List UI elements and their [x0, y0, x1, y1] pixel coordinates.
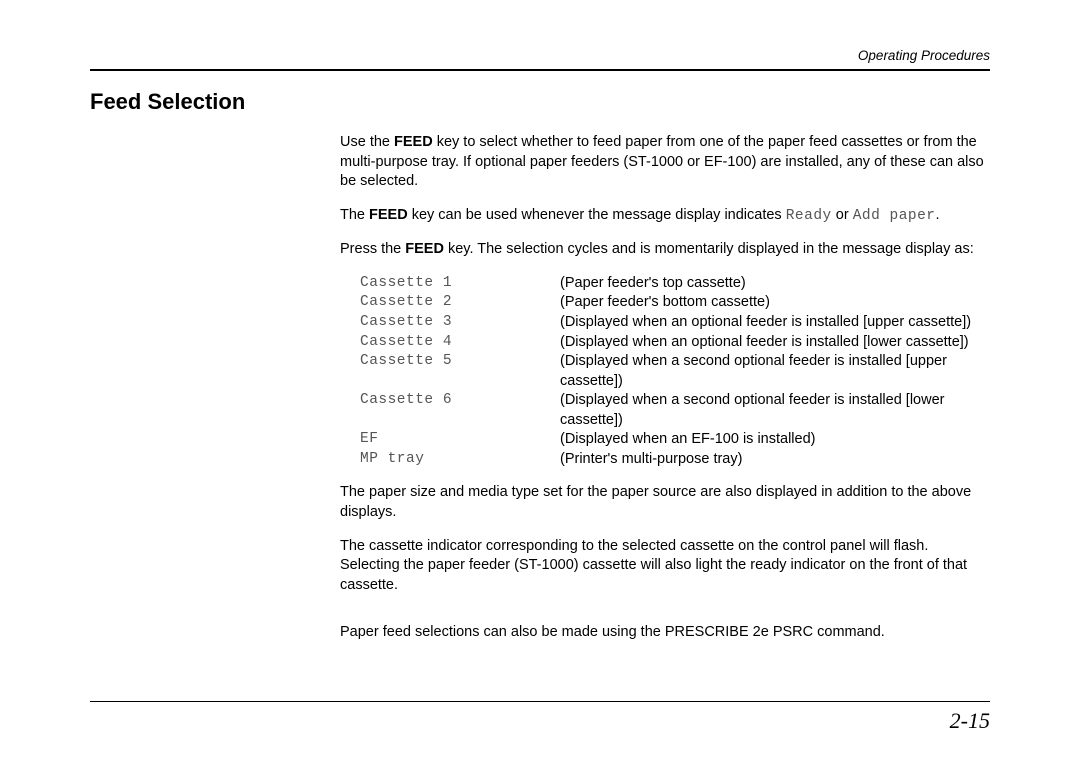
cassette-desc: (Displayed when a second optional feeder…	[560, 391, 990, 430]
text: Press the	[340, 241, 405, 257]
intro-paragraph-3: Press the FEED key. The selection cycles…	[340, 240, 990, 260]
cassette-label: Cassette 5	[360, 352, 560, 391]
table-row: Cassette 5 (Displayed when a second opti…	[360, 352, 990, 391]
cassette-desc: (Displayed when an optional feeder is in…	[560, 313, 990, 333]
text: or	[832, 207, 853, 223]
body-text: Use the FEED key to select whether to fe…	[340, 133, 990, 643]
table-row: Cassette 6 (Displayed when a second opti…	[360, 391, 990, 430]
document-page: Operating Procedures Feed Selection Use …	[0, 0, 1080, 764]
text: key can be used whenever the message dis…	[408, 207, 786, 223]
after-paragraph-1: The paper size and media type set for th…	[340, 483, 990, 522]
text: The	[340, 207, 369, 223]
cassette-label: Cassette 1	[360, 274, 560, 294]
cassette-label: Cassette 3	[360, 313, 560, 333]
table-row: MP tray (Printer's multi-purpose tray)	[360, 450, 990, 470]
cassette-desc: (Displayed when an EF-100 is installed)	[560, 430, 990, 450]
text: key to select whether to feed paper from…	[340, 134, 984, 189]
cassette-table: Cassette 1 (Paper feeder's top cassette)…	[360, 274, 990, 470]
text: key. The selection cycles and is momenta…	[444, 241, 974, 257]
running-head: Operating Procedures	[90, 48, 990, 63]
cassette-label: Cassette 2	[360, 293, 560, 313]
feed-key-label: FEED	[369, 207, 408, 223]
cassette-label: EF	[360, 430, 560, 450]
footer-rule	[90, 701, 990, 702]
text: Use the	[340, 134, 394, 150]
after-paragraph-2: The cassette indicator corresponding to …	[340, 537, 990, 596]
cassette-desc: (Displayed when an optional feeder is in…	[560, 333, 990, 353]
cassette-desc: (Paper feeder's bottom cassette)	[560, 293, 990, 313]
intro-paragraph-2: The FEED key can be used whenever the me…	[340, 206, 990, 227]
feed-key-label: FEED	[394, 134, 433, 150]
feed-key-label: FEED	[405, 241, 444, 257]
header-rule	[90, 69, 990, 71]
section-title: Feed Selection	[90, 89, 990, 115]
intro-paragraph-1: Use the FEED key to select whether to fe…	[340, 133, 990, 192]
cassette-label: Cassette 6	[360, 391, 560, 430]
cassette-label: Cassette 4	[360, 333, 560, 353]
page-number: 2-15	[90, 708, 990, 734]
table-row: EF (Displayed when an EF-100 is installe…	[360, 430, 990, 450]
table-row: Cassette 4 (Displayed when an optional f…	[360, 333, 990, 353]
cassette-desc: (Displayed when a second optional feeder…	[560, 352, 990, 391]
display-text-add-paper: Add paper	[853, 208, 936, 224]
text: .	[936, 207, 940, 223]
after-paragraph-3: Paper feed selections can also be made u…	[340, 623, 990, 643]
footer: 2-15	[90, 701, 990, 734]
cassette-desc: (Printer's multi-purpose tray)	[560, 450, 990, 470]
display-text-ready: Ready	[786, 208, 832, 224]
table-row: Cassette 3 (Displayed when an optional f…	[360, 313, 990, 333]
cassette-label: MP tray	[360, 450, 560, 470]
table-row: Cassette 2 (Paper feeder's bottom casset…	[360, 293, 990, 313]
table-row: Cassette 1 (Paper feeder's top cassette)	[360, 274, 990, 294]
cassette-desc: (Paper feeder's top cassette)	[560, 274, 990, 294]
